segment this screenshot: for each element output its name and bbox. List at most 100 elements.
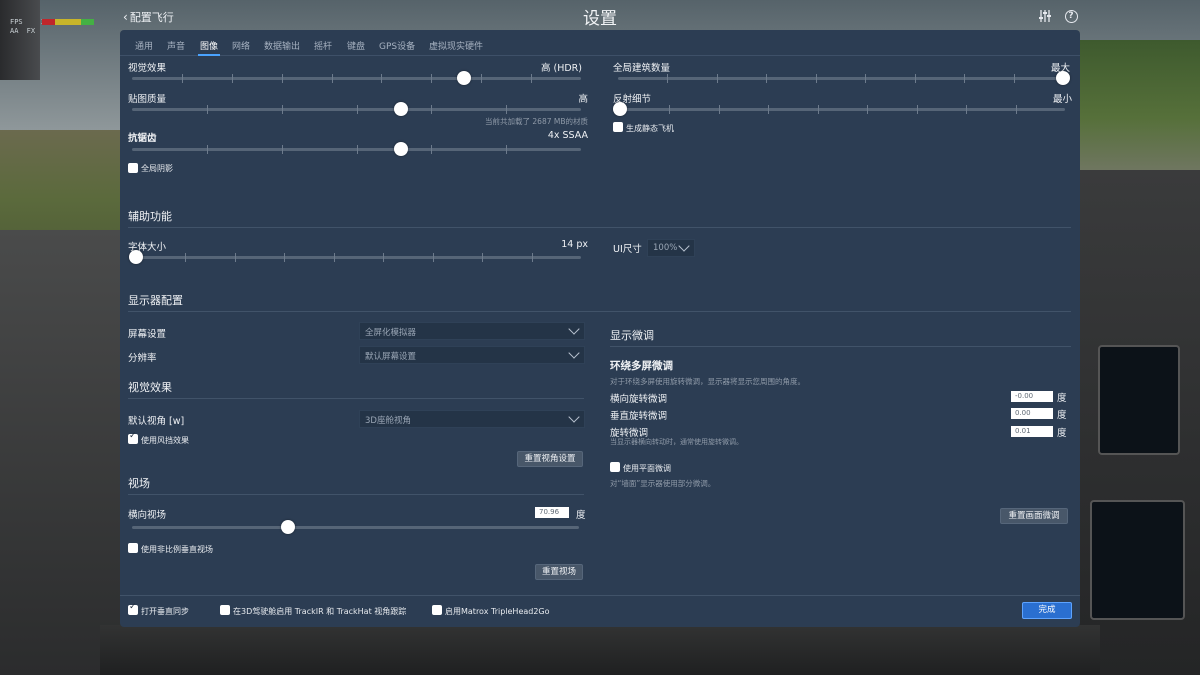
screen-setup-label: 屏幕设置 [128, 329, 167, 340]
static-aircraft-checkbox[interactable] [613, 122, 623, 132]
slider-thumb[interactable] [457, 71, 472, 85]
divider [128, 311, 1071, 312]
chevron-down-icon [568, 323, 580, 335]
slider-tick [916, 105, 918, 114]
horizontal-fov-input[interactable]: 70.96 [535, 507, 569, 518]
reflection-detail-slider[interactable] [613, 102, 1065, 116]
done-button[interactable]: 完成 [1022, 602, 1072, 619]
wind-effects-label: 使用风挡效果 [141, 436, 189, 445]
slider-tick [383, 253, 385, 262]
reset-fov-button[interactable]: 重置视场 [535, 564, 583, 580]
fps-bar [42, 19, 94, 25]
slider-tick [817, 105, 819, 114]
check-icon: ✓ [129, 602, 137, 612]
slider-tick [356, 145, 358, 154]
horizontal-fov-slider[interactable] [132, 520, 579, 534]
slider-tick [667, 74, 669, 83]
vertical-tuning-unit: 度 [1057, 410, 1067, 421]
matrox-checkbox[interactable] [432, 605, 442, 615]
slider-tick [716, 74, 718, 83]
tab-data-output[interactable]: 数据输出 [264, 39, 300, 52]
tab-general[interactable]: 通用 [135, 39, 153, 52]
slider-tick [185, 253, 187, 262]
trackir-label: 在3D驾驶舱启用 TrackIR 和 TrackHat 视角跟踪 [233, 607, 407, 616]
tab-keyboard[interactable]: 键盘 [347, 39, 365, 52]
multi-screen-title: 环绕多屏微调 [610, 360, 673, 372]
tab-network[interactable]: 网络 [232, 39, 250, 52]
divider [128, 398, 584, 399]
tab-graphics[interactable]: 图像 [197, 39, 221, 56]
font-size-slider[interactable] [129, 250, 581, 264]
background-window-frame [0, 0, 40, 80]
screen-setup-select[interactable]: 全屏化模拟器 [359, 322, 585, 340]
ui-size-label: UI尺寸 [613, 244, 642, 255]
lateral-tuning-label: 横向旋转微调 [610, 394, 668, 405]
roll-tuning-unit: 度 [1057, 428, 1067, 439]
lateral-tuning-input[interactable]: -0.00 [1011, 391, 1053, 402]
vertical-tuning-label: 垂直旋转微调 [610, 411, 668, 422]
background-display [1098, 345, 1180, 455]
slider-tick [766, 74, 768, 83]
global-shadows-checkbox[interactable] [128, 163, 138, 173]
ui-size-select[interactable]: 100% [647, 239, 695, 257]
slider-thumb[interactable] [281, 520, 296, 534]
slider-tick [867, 105, 869, 114]
tab-vr-hardware[interactable]: 虚拟现实硬件 [429, 39, 483, 52]
slider-track [132, 77, 581, 80]
slider-track [620, 108, 1065, 111]
slider-thumb[interactable] [129, 250, 143, 264]
slider-tick [506, 105, 508, 114]
aa-label: AA [10, 27, 19, 35]
sliders-icon[interactable] [1038, 9, 1052, 23]
help-icon[interactable]: ? [1064, 9, 1078, 23]
slider-track [618, 77, 1063, 80]
slider-tick [234, 253, 236, 262]
vsync-checkbox[interactable]: ✓ [128, 602, 138, 615]
slider-tick [356, 105, 358, 114]
texture-memory-hint: 当前共加载了 2687 MB的材质 [485, 117, 588, 126]
roll-tuning-input[interactable]: 0.01 [1011, 426, 1053, 437]
default-view-select[interactable]: 3D座舱视角 [359, 410, 585, 428]
reset-display-tuning-button[interactable]: 重置画面微调 [1000, 508, 1068, 524]
tab-gps[interactable]: GPS设备 [379, 39, 415, 52]
antialiasing-slider[interactable] [132, 142, 581, 156]
slider-tick [482, 253, 484, 262]
slider-tick [865, 74, 867, 83]
slider-thumb[interactable] [394, 102, 409, 116]
tab-sound[interactable]: 声音 [167, 39, 185, 52]
background-cockpit-left [0, 230, 125, 675]
slider-tick [1013, 74, 1015, 83]
resolution-select[interactable]: 默认屏幕设置 [359, 346, 585, 364]
slider-thumb[interactable] [613, 102, 627, 116]
resolution-value: 默认屏幕设置 [365, 352, 417, 362]
fps-label: FPS [10, 18, 23, 26]
slider-tick [966, 105, 968, 114]
slider-thumb[interactable] [394, 142, 409, 156]
flat-tuning-checkbox[interactable] [610, 462, 620, 472]
static-aircraft-label: 生成静态飞机 [626, 124, 674, 133]
slider-thumb[interactable] [1056, 71, 1070, 85]
help-glyph: ? [1064, 9, 1078, 23]
nonproportional-fov-checkbox[interactable] [128, 543, 138, 553]
slider-tick [914, 74, 916, 83]
tab-joystick[interactable]: 摇杆 [314, 39, 332, 52]
wind-effects-checkbox[interactable]: ✓ [128, 431, 138, 444]
trackir-checkbox[interactable] [220, 605, 230, 615]
check-icon: ✓ [129, 431, 137, 441]
slider-tick [231, 74, 233, 83]
world-objects-slider[interactable] [618, 71, 1070, 85]
title-bar: ‹ 配置飞行 设置 ? [120, 0, 1080, 30]
chevron-down-icon [568, 347, 580, 359]
reset-view-button[interactable]: 重置视角设置 [517, 451, 583, 467]
slider-tick [281, 145, 283, 154]
slider-tick [531, 253, 533, 262]
visual-effects-slider[interactable] [132, 71, 581, 85]
font-size-value: 14 px [561, 239, 588, 250]
texture-quality-slider[interactable] [132, 102, 581, 116]
vertical-tuning-input[interactable]: 0.00 [1011, 408, 1053, 419]
chevron-down-icon [568, 411, 580, 423]
slider-tick [331, 74, 333, 83]
background-display [1090, 500, 1185, 620]
slider-tick [431, 74, 433, 83]
slider-tick [815, 74, 817, 83]
